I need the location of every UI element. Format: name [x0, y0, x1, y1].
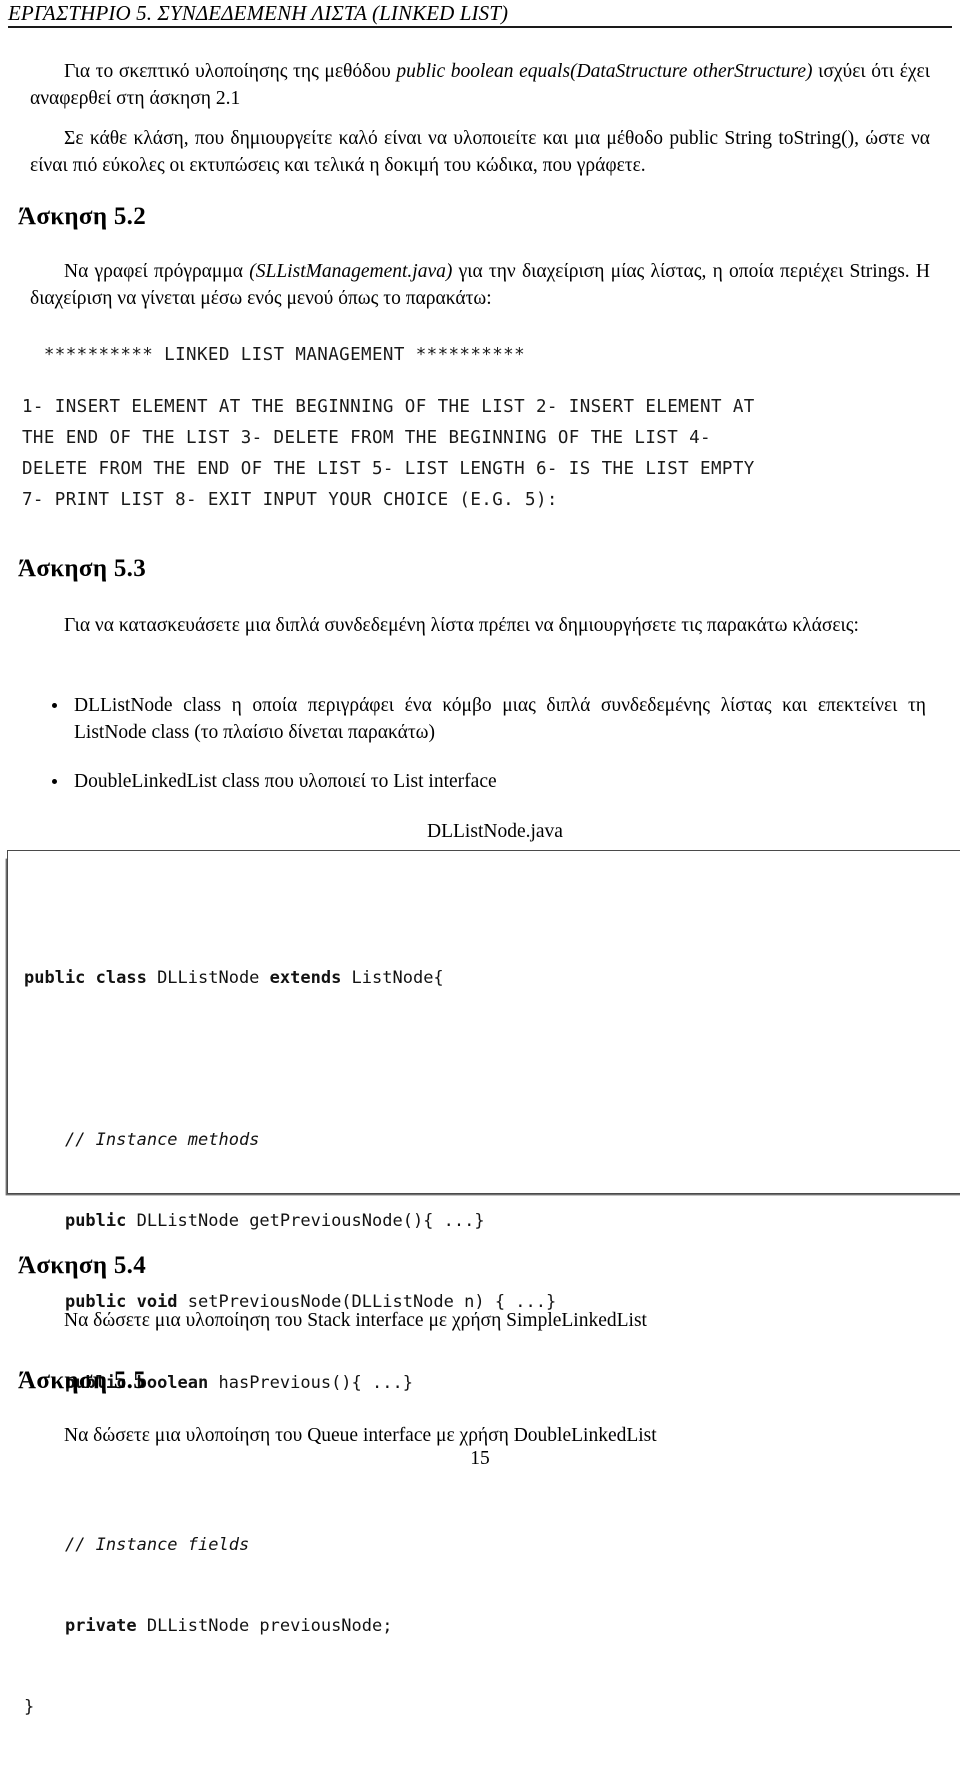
- heading-exercise-5-5: Άσκηση 5.5: [18, 1367, 147, 1394]
- code-figure-box: public class DLListNode extends ListNode…: [7, 850, 960, 1717]
- code-class-name: DLListNode: [146, 968, 270, 988]
- code-line-class-decl: public class DLListNode extends ListNode…: [24, 965, 556, 992]
- intro-p1-code-signature: public boolean equals(DataStructure othe…: [396, 61, 813, 82]
- ex53-intro-text: Για να κατασκευάσετε μια διπλά συνδεδεμέ…: [64, 615, 859, 636]
- code-line-closing-brace: }: [24, 1694, 556, 1721]
- list-item: DLListNode class η οποία περιγράφει ένα …: [46, 692, 926, 746]
- code-method-signature: hasPrevious(){ ...}: [208, 1373, 413, 1393]
- code-figure-caption: DLListNode.java: [427, 821, 563, 842]
- code-keyword-public-class: public class: [24, 968, 147, 988]
- header-title: ΕΡΓΑΣΤΗΡΙΟ 5. ΣΥΝΔΕΔΕΜΕΝΗ ΛΙΣΤΑ (LINKED …: [8, 1, 509, 25]
- intro-p1-text-a: Για το σκεπτικό υλοποίησης της μεθόδου: [64, 61, 397, 82]
- exercise-5-5-body: Να δώσετε μια υλοποίηση του Queue interf…: [30, 1422, 930, 1449]
- code-line-previous-node-field: private DLListNode previousNode;: [24, 1613, 556, 1640]
- heading-exercise-5-4: Άσκηση 5.4: [18, 1252, 147, 1279]
- code-listing: public class DLListNode extends ListNode…: [24, 911, 556, 1775]
- list-item-label: DLListNode class η οποία περιγράφει ένα …: [74, 695, 926, 743]
- exercise-5-4-body: Να δώσετε μια υλοποίηση του Stack interf…: [30, 1307, 930, 1334]
- intro-paragraph-1: Για το σκεπτικό υλοποίησης της μεθόδου p…: [30, 58, 930, 112]
- list-item-label: DoubleLinkedList class που υλοποιεί το L…: [74, 771, 497, 792]
- code-comment-instance-methods: // Instance methods: [24, 1127, 556, 1154]
- running-header: ΕΡΓΑΣΤΗΡΙΟ 5. ΣΥΝΔΕΔΕΜΕΝΗ ΛΙΣΤΑ (LINKED …: [8, 2, 952, 24]
- code-comment-instance-fields: // Instance fields: [24, 1532, 556, 1559]
- exercise-5-3-bullet-list: DLListNode class η οποία περιγράφει ένα …: [46, 692, 926, 817]
- ex52-text-a: Να γραφεί πρόγραμμα: [64, 261, 250, 282]
- ex55-text: Να δώσετε μια υλοποίηση του Queue interf…: [64, 1425, 657, 1446]
- code-comment-text: // Instance methods: [64, 1130, 260, 1150]
- code-closing-brace: }: [24, 1697, 35, 1717]
- ex52-filename: (SLListManagement.java): [249, 261, 453, 282]
- bullet-dot-icon: [52, 779, 57, 784]
- page-number: 15: [470, 1448, 490, 1469]
- code-superclass-name: ListNode{: [341, 968, 444, 988]
- list-item: DoubleLinkedList class που υλοποιεί το L…: [46, 768, 926, 795]
- code-keyword-public: public: [64, 1211, 127, 1231]
- document-page: ΕΡΓΑΣΤΗΡΙΟ 5. ΣΥΝΔΕΔΕΜΕΝΗ ΛΙΣΤΑ (LINKED …: [0, 0, 960, 1717]
- code-field-declaration: DLListNode previousNode;: [136, 1616, 393, 1636]
- menu-listing-title: ********** LINKED LIST MANAGEMENT ******…: [22, 345, 526, 365]
- code-keyword-extends: extends: [269, 968, 342, 988]
- intro-paragraph-2: Σε κάθε κλάση, που δημιουργείτε καλό είν…: [30, 125, 930, 179]
- code-comment-text: // Instance fields: [64, 1535, 250, 1555]
- bullet-dot-icon: [52, 703, 57, 708]
- code-keyword-private: private: [64, 1616, 137, 1636]
- intro-p2-text: Σε κάθε κλάση, που δημιουργείτε καλό είν…: [30, 128, 930, 176]
- ex54-text: Να δώσετε μια υλοποίηση του Stack interf…: [64, 1310, 647, 1331]
- heading-exercise-5-2: Άσκηση 5.2: [18, 203, 147, 230]
- exercise-5-3-intro: Για να κατασκευάσετε μια διπλά συνδεδεμέ…: [30, 612, 930, 639]
- code-method-signature: DLListNode getPreviousNode(){ ...}: [126, 1211, 485, 1231]
- header-rule: [8, 26, 952, 28]
- exercise-5-2-body: Να γραφεί πρόγραμμα (SLListManagement.ja…: [30, 258, 930, 312]
- heading-exercise-5-3: Άσκηση 5.3: [18, 555, 147, 582]
- code-line-get-previous-node: public DLListNode getPreviousNode(){ ...…: [24, 1208, 556, 1235]
- menu-listing-body: 1- INSERT ELEMENT AT THE BEGINNING OF TH…: [22, 397, 755, 510]
